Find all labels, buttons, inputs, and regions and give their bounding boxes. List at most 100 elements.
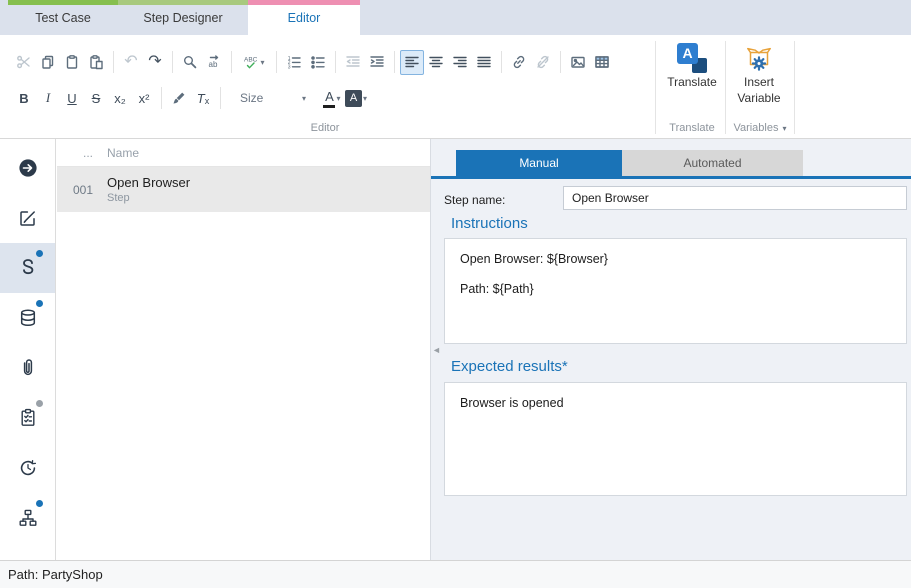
step-list-header: ... Name (57, 139, 430, 167)
font-color-button[interactable]: A ▾ (320, 86, 344, 111)
tab-automated[interactable]: Automated (622, 150, 803, 176)
sidebar-item-arrow[interactable] (0, 143, 55, 193)
hierarchy-icon (18, 508, 38, 528)
tab-manual[interactable]: Manual (456, 150, 622, 176)
step-name-input[interactable] (563, 186, 907, 210)
spellcheck-button[interactable]: ABC ▾ (237, 50, 271, 75)
insert-variable-button[interactable]: Insert Variable (726, 43, 792, 105)
search-icon (182, 54, 198, 70)
link-button[interactable] (507, 50, 531, 75)
find-replace-button[interactable]: ab (202, 50, 226, 75)
superscript-button[interactable]: x² (132, 86, 156, 111)
align-left-button[interactable] (400, 50, 424, 75)
app-window: Test Case Step Designer Editor (0, 0, 911, 588)
color-swatch (323, 105, 335, 108)
sidebar-item-test-data[interactable] (0, 293, 55, 343)
strikethrough-button[interactable]: S (84, 86, 108, 111)
tab-label: Editor (288, 11, 321, 25)
subscript-button[interactable]: x₂ (108, 86, 132, 111)
clear-formatting-button[interactable]: Tx (191, 86, 215, 111)
collapse-panel-arrow-icon[interactable]: ◄ (432, 345, 441, 355)
instructions-line: Path: ${Path} (460, 282, 891, 296)
align-center-button[interactable] (424, 50, 448, 75)
insert-table-button[interactable] (590, 50, 614, 75)
cut-button[interactable] (12, 50, 36, 75)
link-icon (511, 54, 527, 70)
search-button[interactable] (178, 50, 202, 75)
paste-button[interactable] (60, 50, 84, 75)
bold-button[interactable]: B (12, 86, 36, 111)
ribbon: ↶ ↷ ab ABC ▾ 123 (0, 35, 911, 139)
unlink-icon (535, 54, 551, 70)
paste-special-icon (88, 54, 104, 70)
insert-image-button[interactable] (566, 50, 590, 75)
steps-icon (18, 258, 38, 278)
redo-button[interactable]: ↷ (143, 50, 167, 75)
indent-icon (369, 54, 385, 70)
tab-editor[interactable]: Editor (248, 0, 360, 35)
svg-text:ABC: ABC (244, 57, 258, 64)
table-row[interactable]: 001 Open Browser Step (57, 167, 430, 212)
sidebar-item-checklist[interactable] (0, 393, 55, 443)
expected-results-line: Browser is opened (460, 396, 891, 410)
image-icon (570, 54, 586, 70)
ribbon-row-1: ↶ ↷ ab ABC ▾ 123 (12, 49, 614, 75)
tab-accent (8, 0, 118, 5)
align-center-icon (428, 54, 444, 70)
chevron-down-icon: ▾ (302, 94, 306, 103)
justify-button[interactable] (472, 50, 496, 75)
chevron-down-icon: ▾ (783, 124, 787, 133)
expected-results-editor[interactable]: Browser is opened (444, 382, 907, 496)
paste-special-button[interactable] (84, 50, 108, 75)
redo-icon: ↷ (148, 54, 161, 70)
italic-button[interactable]: I (36, 86, 60, 111)
arrow-circle-icon (18, 158, 38, 178)
chevron-down-icon: ▾ (363, 94, 367, 103)
database-icon (18, 308, 38, 328)
sidebar-item-edit[interactable] (0, 193, 55, 243)
translate-button[interactable]: A Translate (661, 43, 723, 89)
brush-icon (171, 90, 187, 106)
find-replace-icon: ab (206, 54, 222, 70)
tab-test-case[interactable]: Test Case (8, 0, 118, 35)
unlink-button[interactable] (531, 50, 555, 75)
translate-icon: A (677, 43, 707, 73)
tab-step-designer[interactable]: Step Designer (118, 0, 248, 35)
history-icon (18, 458, 38, 478)
format-painter-button[interactable] (167, 86, 191, 111)
outdent-button[interactable] (341, 50, 365, 75)
undo-button[interactable]: ↶ (119, 50, 143, 75)
table-icon (594, 54, 610, 70)
paperclip-icon (18, 358, 38, 378)
tab-accent (248, 0, 360, 5)
step-name-label: Step name: (444, 193, 505, 207)
highlight-color-button[interactable]: A ▾ (344, 86, 368, 111)
sidebar-item-history[interactable] (0, 443, 55, 493)
ribbon-group-editor-label: Editor (0, 122, 650, 134)
insert-variable-label-line1: Insert (744, 76, 774, 89)
notification-dot (36, 250, 43, 257)
sidebar-item-steps[interactable] (0, 243, 55, 293)
indent-button[interactable] (365, 50, 389, 75)
sidebar-item-hierarchy[interactable] (0, 493, 55, 543)
separator (794, 41, 795, 134)
align-right-button[interactable] (448, 50, 472, 75)
separator (231, 51, 232, 73)
spellcheck-icon: ABC (243, 54, 259, 70)
copy-button[interactable] (36, 50, 60, 75)
underline-button[interactable]: U (60, 86, 84, 111)
sidebar-item-attachments[interactable] (0, 343, 55, 393)
translate-button-label: Translate (667, 76, 717, 89)
bulleted-list-button[interactable] (306, 50, 330, 75)
separator (220, 87, 221, 109)
chevron-down-icon: ▾ (336, 94, 340, 103)
separator (394, 51, 395, 73)
ribbon-group-variables-label[interactable]: Variables ▾ (727, 122, 793, 134)
font-size-dropdown[interactable]: Size ▾ (234, 86, 312, 110)
justify-icon (476, 54, 492, 70)
numbered-list-button[interactable]: 123 (282, 50, 306, 75)
instructions-editor[interactable]: Open Browser: ${Browser} Path: ${Path} (444, 238, 907, 344)
edit-icon (18, 208, 38, 228)
column-header-name[interactable]: Name (99, 146, 139, 160)
notification-dot (36, 400, 43, 407)
